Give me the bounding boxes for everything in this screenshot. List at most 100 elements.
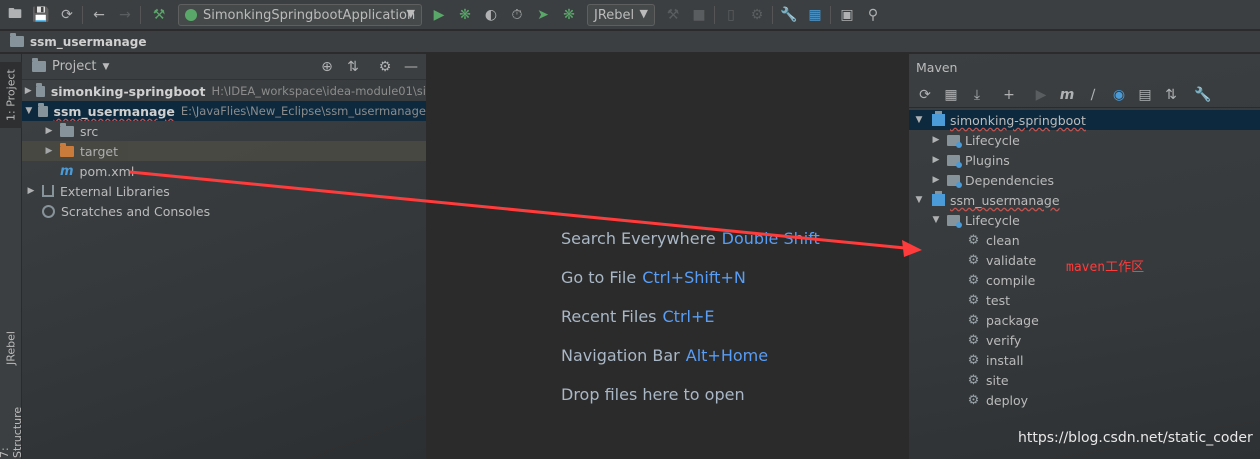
tree-item-path: E:\JavaFlies\New_Eclipse\ssm_usermanage: [180, 104, 426, 118]
add-icon[interactable]: +: [998, 84, 1020, 106]
locate-crosshair-icon[interactable]: ⊕: [318, 58, 336, 76]
maven-phase-deploy[interactable]: ⚙ deploy: [909, 390, 1260, 410]
chevron-right-icon[interactable]: ▶: [42, 146, 56, 156]
maven-phase-test[interactable]: ⚙ test: [909, 290, 1260, 310]
skip-tests-icon[interactable]: ◉: [1108, 84, 1130, 106]
maven-project-label: simonking-springboot: [950, 112, 1086, 128]
tree-item-simonking-springboot[interactable]: ▶ simonking-springboot H:\IDEA_workspace…: [22, 81, 426, 101]
back-arrow-icon[interactable]: ←: [88, 4, 110, 26]
maven-node-dependencies[interactable]: ▶ Dependencies: [909, 170, 1260, 190]
chevron-right-icon[interactable]: ▶: [929, 175, 943, 185]
wrench-icon[interactable]: 🔧: [778, 4, 800, 26]
gear-icon[interactable]: ⚙: [376, 58, 394, 76]
jrebel-run-icon[interactable]: ➤: [532, 4, 554, 26]
tree-item-label: src: [80, 123, 99, 139]
chevron-right-icon[interactable]: ▶: [24, 186, 38, 196]
build-hammer-icon[interactable]: ⚒: [148, 4, 170, 26]
folder-icon: [60, 122, 74, 137]
maven-node-label: Dependencies: [965, 172, 1054, 188]
chevron-right-icon[interactable]: ▶: [929, 135, 943, 145]
maven-phase-install[interactable]: ⚙ install: [909, 350, 1260, 370]
hint-label: Search Everywhere: [561, 229, 716, 248]
maven-project-simonking-springboot[interactable]: ▼ simonking-springboot: [909, 110, 1260, 130]
maven-module-icon: [932, 191, 945, 206]
terminal-icon[interactable]: ▣: [836, 4, 858, 26]
project-structure-icon[interactable]: ▦: [804, 4, 826, 26]
debug-bug-icon[interactable]: ❋: [454, 4, 476, 26]
search-icon[interactable]: ⚲: [862, 4, 884, 26]
maven-phase-package[interactable]: ⚙ package: [909, 310, 1260, 330]
run-configuration-select[interactable]: SimonkingSpringbootApplication ▼: [178, 4, 422, 26]
coverage-icon[interactable]: ◐: [480, 4, 502, 26]
tab-structure[interactable]: 7: Structure: [0, 394, 24, 458]
tree-item-label: External Libraries: [60, 183, 170, 199]
project-panel-header: Project ▼ ⊕ ⇅ ⚙ —: [22, 54, 426, 80]
maven-phase-label: package: [986, 312, 1039, 328]
attach-debugger-icon[interactable]: ⚙: [746, 4, 768, 26]
tree-item-ssm-usermanage[interactable]: ▼ ssm_usermanage E:\JavaFlies\New_Eclips…: [22, 101, 426, 121]
chevron-right-icon[interactable]: ▶: [929, 155, 943, 165]
maven-phase-clean[interactable]: ⚙ clean: [909, 230, 1260, 250]
collapse-all-icon[interactable]: ⇅: [1160, 84, 1182, 106]
tree-item-target[interactable]: ▶ target: [22, 141, 426, 161]
tree-item-pom-xml[interactable]: m pom.xml: [22, 161, 426, 181]
chevron-down-icon[interactable]: ▼: [912, 195, 926, 205]
chevron-down-icon[interactable]: ▼: [24, 106, 34, 116]
maven-node-label: Lifecycle: [965, 132, 1020, 148]
maven-project-ssm-usermanage[interactable]: ▼ ssm_usermanage: [909, 190, 1260, 210]
module-folder-icon: [36, 82, 45, 97]
maven-phase-site[interactable]: ⚙ site: [909, 370, 1260, 390]
project-panel-title[interactable]: Project: [52, 59, 96, 74]
maven-node-lifecycle[interactable]: ▼ Lifecycle: [909, 210, 1260, 230]
toolbar-separator: [830, 6, 831, 24]
breadcrumb: ssm_usermanage: [0, 31, 1260, 53]
collapse-all-icon[interactable]: ⇅: [344, 58, 362, 76]
tree-item-scratches[interactable]: Scratches and Consoles: [22, 201, 426, 221]
gear-icon: ⚙: [967, 252, 980, 268]
tree-item-external-libraries[interactable]: ▶ External Libraries: [22, 181, 426, 201]
sync-icon[interactable]: ⟳: [56, 4, 78, 26]
tree-item-label: target: [80, 143, 119, 159]
jrebel-debug-icon[interactable]: ❋: [558, 4, 580, 26]
chevron-down-icon[interactable]: ▼: [102, 62, 109, 72]
chevron-down-icon[interactable]: ▼: [929, 215, 943, 225]
hint-navigation-bar: Navigation Bar Alt+Home: [561, 346, 768, 365]
tree-item-src[interactable]: ▶ src: [22, 121, 426, 141]
device-icon[interactable]: ▯: [720, 4, 742, 26]
maven-node-plugins[interactable]: ▶ Plugins: [909, 150, 1260, 170]
tab-jrebel[interactable]: JRebel: [0, 322, 22, 374]
maven-project-label: ssm_usermanage: [950, 192, 1060, 208]
show-dependencies-icon[interactable]: ▤: [1134, 84, 1156, 106]
tree-item-label: Scratches and Consoles: [61, 203, 211, 219]
editor-empty-area[interactable]: Search Everywhere Double Shift Go to File…: [426, 54, 908, 459]
minimize-icon[interactable]: —: [402, 58, 420, 76]
wrench-icon[interactable]: 🔧: [1192, 84, 1214, 106]
jrebel-select[interactable]: JRebel ▼: [587, 4, 655, 26]
maven-phase-verify[interactable]: ⚙ verify: [909, 330, 1260, 350]
maven-node-lifecycle[interactable]: ▶ Lifecycle: [909, 130, 1260, 150]
execute-goal-icon[interactable]: m: [1056, 84, 1078, 106]
main-toolbar: 🖿 💾 ⟳ ← → ⚒ SimonkingSpringbootApplicati…: [0, 0, 1260, 30]
breadcrumb-item[interactable]: ssm_usermanage: [30, 35, 147, 49]
profile-icon[interactable]: ⏱: [506, 4, 528, 26]
chevron-down-icon[interactable]: ▼: [912, 115, 926, 125]
run-icon[interactable]: ▶: [1030, 84, 1052, 106]
forward-arrow-icon[interactable]: →: [114, 4, 136, 26]
chevron-right-icon[interactable]: ▶: [42, 126, 56, 136]
rerun-icon[interactable]: ⚒: [662, 4, 684, 26]
left-tool-strip: 1: Project JRebel 7: Structure: [0, 54, 24, 459]
tab-structure-label: 7: Structure: [0, 406, 24, 458]
run-icon[interactable]: ▶: [428, 4, 450, 26]
tab-project[interactable]: 1: Project: [0, 62, 22, 128]
chevron-right-icon[interactable]: ▶: [24, 86, 32, 96]
folder-icon: [10, 33, 24, 47]
stop-icon[interactable]: ■: [688, 4, 710, 26]
tab-jrebel-label: JRebel: [4, 331, 18, 365]
hint-label: Recent Files: [561, 307, 657, 326]
save-icon[interactable]: 💾: [30, 4, 52, 26]
download-icon[interactable]: ⤓: [966, 84, 988, 106]
reimport-icon[interactable]: ⟳: [914, 84, 936, 106]
toggle-offline-icon[interactable]: ∕: [1082, 84, 1104, 106]
generate-sources-icon[interactable]: ▦: [940, 84, 962, 106]
open-folder-icon[interactable]: 🖿: [4, 4, 26, 26]
